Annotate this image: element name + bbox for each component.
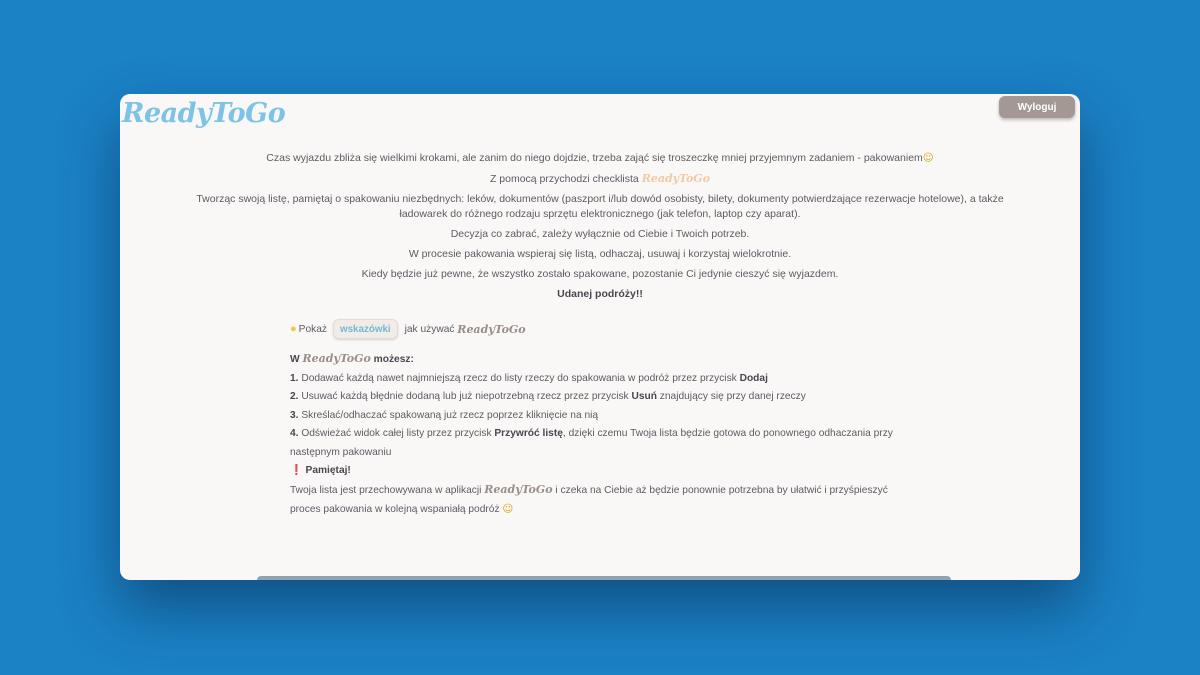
hints-toggle-button[interactable]: wskazówki (332, 319, 398, 339)
smile-icon: ☺ (922, 152, 934, 164)
show-hints-row: ● Pokaż wskazówki jak używać ReadyToGo (290, 318, 930, 340)
remember-heading: ❗ Pamiętaj! (290, 465, 351, 476)
intro-line-1: Czas wyjazdu zbliża się wielkimi krokami… (266, 152, 934, 164)
remember-note: Twoja lista jest przechowywana w aplikac… (290, 482, 888, 516)
hint-item: 3. Skreślać/odhaczać spakowaną już rzecz… (290, 409, 599, 421)
smile-icon: ☺ (502, 503, 514, 515)
horizontal-scrollbar[interactable] (257, 576, 951, 580)
brand-logo[interactable]: ReadyToGo (122, 98, 286, 129)
main-card: ReadyToGo Wyloguj Czas wyjazdu zbliża si… (120, 94, 1080, 580)
hints-section: ● Pokaż wskazówki jak używać ReadyToGo W… (290, 318, 930, 520)
lightbulb-icon: ● (290, 323, 297, 335)
hint-item: 2. Usuwać każdą błędnie dodaną lub już n… (290, 391, 806, 402)
hint-item: 1. Dodawać każdą nawet najmniejszą rzecz… (290, 372, 768, 384)
hints-heading: W ReadyToGo możesz: (290, 352, 414, 365)
logout-button[interactable]: Wyloguj (999, 96, 1075, 118)
intro-line-2: Z pomocą przychodzi checklista ReadyToGo (489, 172, 711, 185)
hint-item: 4. Odświeżać widok całej listy przez prz… (290, 428, 893, 458)
intro-line-6: Kiedy będzie już pewne, że wszystko zost… (361, 268, 839, 280)
intro-line-5: W procesie pakowania wspieraj się listą,… (408, 248, 792, 260)
intro-closing: Udanej podróży!! (557, 288, 643, 300)
intro-line-4: Decyzja co zabrać, zależy wyłącznie od C… (450, 228, 750, 240)
brand-inline-name: ReadyToGo (641, 172, 711, 185)
intro-line-3: Tworząc swoją listę, pamiętaj o spakowan… (196, 193, 1004, 220)
exclamation-icon: ❗ (290, 465, 303, 476)
intro-section: Czas wyjazdu zbliża się wielkimi krokami… (190, 151, 1010, 307)
brand-inline-name: ReadyToGo (457, 322, 526, 336)
